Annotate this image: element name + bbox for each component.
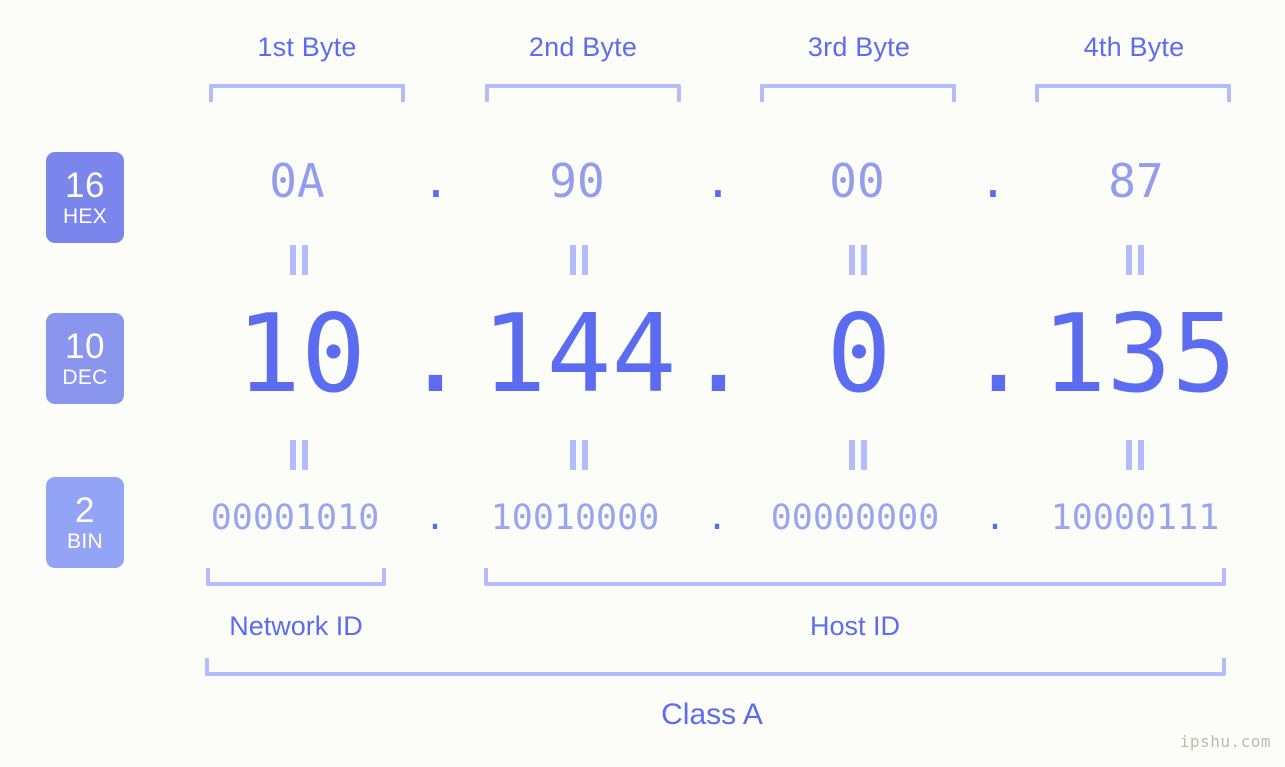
dec-byte-4: 135 bbox=[1041, 292, 1237, 417]
base-badge-dec-number: 10 bbox=[65, 327, 105, 366]
byte-bracket-2 bbox=[485, 84, 681, 102]
byte-bracket-1 bbox=[209, 84, 405, 102]
equals-mark-dec-bin-3 bbox=[845, 440, 871, 470]
dec-byte-2: 144 bbox=[481, 292, 677, 417]
equals-mark-dec-bin-4 bbox=[1122, 440, 1148, 470]
equals-mark-hex-dec-1 bbox=[286, 245, 312, 275]
dec-separator-1: . bbox=[403, 292, 469, 417]
equals-mark-dec-bin-1 bbox=[286, 440, 312, 470]
base-badge-dec-label: DEC bbox=[62, 366, 108, 389]
host-id-label: Host ID bbox=[809, 611, 901, 641]
base-badge-bin-label: BIN bbox=[67, 530, 103, 553]
hex-byte-3: 00 bbox=[829, 154, 885, 208]
host-id-bracket bbox=[484, 568, 1226, 586]
dec-byte-3: 0 bbox=[826, 292, 892, 417]
site-watermark: ipshu.com bbox=[1179, 732, 1271, 751]
dec-byte-1: 10 bbox=[235, 292, 367, 417]
base-badge-bin-number: 2 bbox=[75, 491, 95, 530]
class-label: Class A bbox=[661, 698, 763, 731]
bin-byte-3: 00000000 bbox=[770, 498, 940, 538]
ip-address-breakdown-diagram: 1st Byte 2nd Byte 3rd Byte 4th Byte 16 H… bbox=[0, 0, 1285, 767]
byte-bracket-4 bbox=[1035, 84, 1231, 102]
class-bracket bbox=[205, 658, 1226, 676]
bin-byte-4: 10000111 bbox=[1050, 498, 1220, 538]
hex-byte-2: 90 bbox=[549, 154, 605, 208]
hex-byte-4: 87 bbox=[1108, 154, 1164, 208]
dec-separator-2: . bbox=[686, 292, 752, 417]
base-badge-hex: 16 HEX bbox=[46, 152, 124, 243]
equals-mark-dec-bin-2 bbox=[566, 440, 592, 470]
byte-header-3: 3rd Byte bbox=[807, 32, 911, 62]
base-badge-hex-number: 16 bbox=[65, 166, 105, 205]
base-badge-hex-label: HEX bbox=[62, 205, 108, 228]
bin-byte-1: 00001010 bbox=[210, 498, 380, 538]
byte-bracket-3 bbox=[760, 84, 956, 102]
byte-header-4: 4th Byte bbox=[1083, 32, 1185, 62]
byte-header-2: 2nd Byte bbox=[528, 32, 638, 62]
equals-mark-hex-dec-4 bbox=[1122, 245, 1148, 275]
network-id-label: Network ID bbox=[229, 611, 363, 641]
network-id-bracket bbox=[206, 568, 386, 586]
equals-mark-hex-dec-3 bbox=[845, 245, 871, 275]
base-badge-dec: 10 DEC bbox=[46, 313, 124, 404]
hex-byte-1: 0A bbox=[269, 154, 325, 208]
hex-separator-3: . bbox=[979, 154, 1007, 208]
bin-byte-2: 10010000 bbox=[490, 498, 660, 538]
base-badge-bin: 2 BIN bbox=[46, 477, 124, 568]
byte-header-1: 1st Byte bbox=[257, 32, 357, 62]
equals-mark-hex-dec-2 bbox=[566, 245, 592, 275]
dec-separator-3: . bbox=[966, 292, 1032, 417]
